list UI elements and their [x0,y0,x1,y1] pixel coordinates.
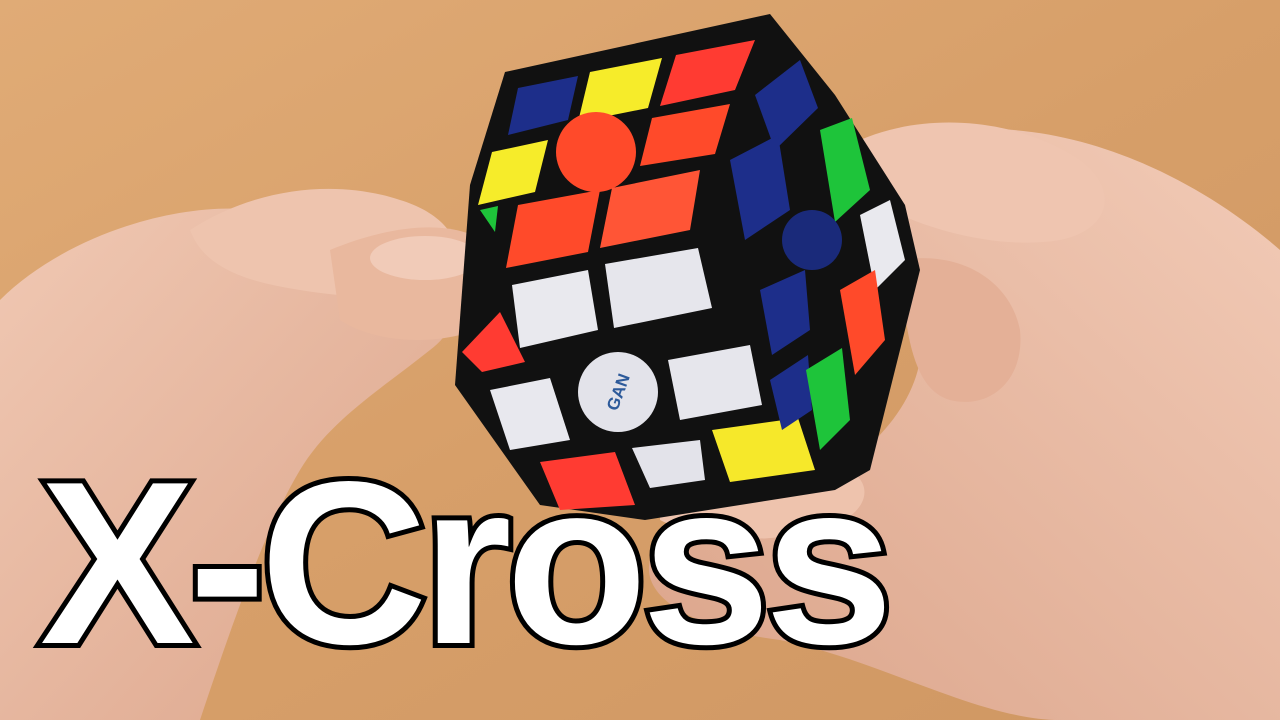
caption-title: X-Cross [35,434,899,693]
